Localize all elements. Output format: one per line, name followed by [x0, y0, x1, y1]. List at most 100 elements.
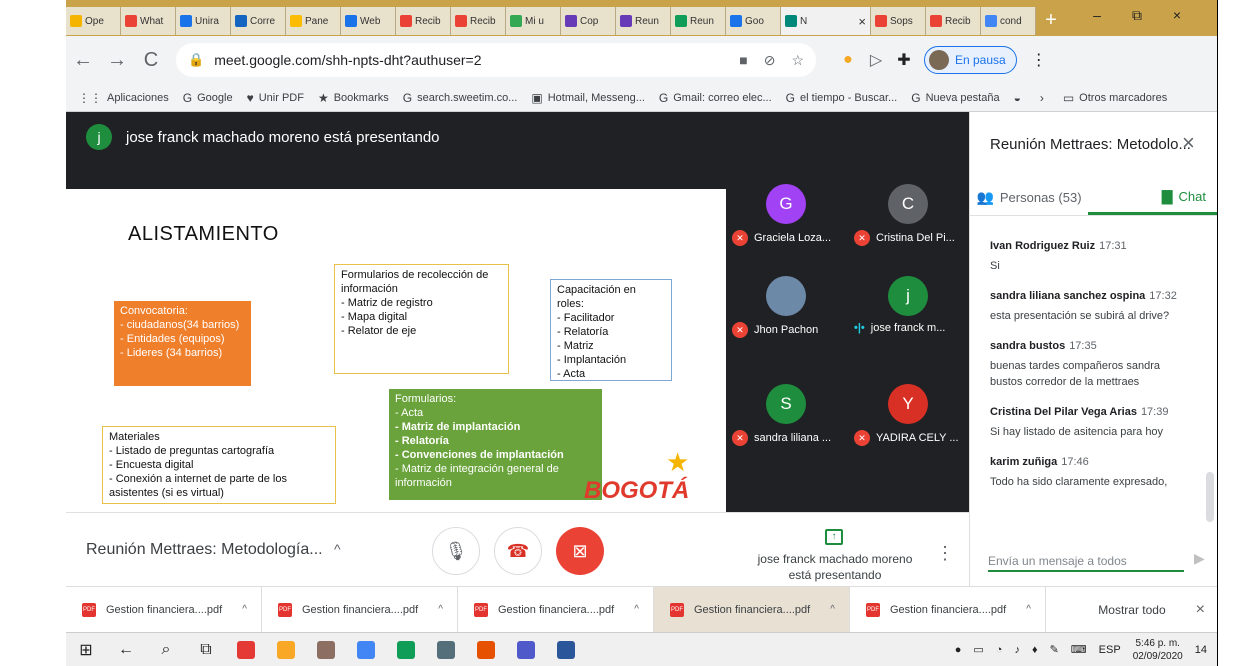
forward-button[interactable]: →	[100, 49, 134, 72]
window-close-button[interactable]: ×	[1157, 0, 1197, 30]
bookmark-item[interactable]: ⋮⋮ Aplicaciones	[78, 91, 169, 105]
volume-icon[interactable]: ♪	[1014, 644, 1020, 656]
camera-button[interactable]: ⊠	[556, 527, 604, 575]
chevron-up-icon[interactable]: ^	[634, 604, 639, 615]
chevron-up-icon[interactable]: ^	[242, 604, 247, 615]
browser-tab[interactable]: Sops	[871, 7, 926, 35]
chat-input[interactable]: Envía un mensaje a todos	[988, 548, 1184, 572]
url-field[interactable]: 🔒 meet.google.com/shh-npts-dht?authuser=…	[176, 43, 816, 77]
browser-tab[interactable]: Recib	[451, 7, 506, 35]
taskbar-app-icon[interactable]	[346, 640, 386, 659]
taskbar-app-icon[interactable]	[386, 640, 426, 659]
tab-people[interactable]: 👥 Personas (53)	[970, 180, 1088, 215]
minimize-button[interactable]: –	[1077, 0, 1117, 30]
download-item[interactable]: PDF Gestion financiera....pdf ^	[654, 586, 850, 633]
keyboard-icon[interactable]: ⌨	[1071, 643, 1087, 656]
download-item[interactable]: PDF Gestion financiera....pdf ^	[850, 586, 1046, 633]
participant-tile[interactable]: Y ✕ YADIRA CELY ...	[848, 370, 968, 450]
wifi-icon[interactable]: ◔	[996, 644, 1003, 656]
search-icon[interactable]: ⌕	[146, 641, 186, 659]
chevron-up-icon[interactable]: ^	[334, 541, 341, 557]
microphone-button[interactable]: 🎙	[432, 527, 480, 575]
clock[interactable]: 5:46 p. m. 02/09/2020	[1133, 637, 1183, 663]
camera-icon[interactable]: ■	[739, 52, 747, 69]
chevron-up-icon[interactable]: ^	[830, 604, 835, 615]
send-icon[interactable]: ▶	[1194, 550, 1205, 567]
taskbar-app-icon[interactable]	[226, 640, 266, 659]
pen-icon[interactable]: ✎	[1050, 643, 1059, 656]
play-icon[interactable]: ▷	[862, 50, 890, 70]
browser-tab[interactable]: Web	[341, 7, 396, 35]
bookmark-star-icon[interactable]: ☆	[791, 52, 804, 69]
browser-tab[interactable]: Corre	[231, 7, 286, 35]
show-all-button[interactable]: Mostrar todo	[1098, 603, 1165, 617]
browser-tab[interactable]: Recib	[396, 7, 451, 35]
browser-tab[interactable]: cond	[981, 7, 1036, 35]
download-item[interactable]: PDF Gestion financiera....pdf ^	[262, 586, 458, 633]
browser-tab[interactable]: Reun	[616, 7, 671, 35]
browser-tab[interactable]: Ope	[66, 7, 121, 35]
participant-tile[interactable]: C ✕ Cristina Del Pi...	[848, 170, 968, 250]
notification-center-icon[interactable]: 14	[1195, 644, 1207, 656]
taskbar-app-icon[interactable]	[466, 640, 506, 659]
browser-tab[interactable]: N ×	[781, 7, 871, 35]
more-options-icon[interactable]: ⋮	[936, 543, 954, 564]
tab-close-icon[interactable]: ×	[858, 14, 866, 29]
browser-tab[interactable]: Unira	[176, 7, 231, 35]
restore-button[interactable]: ⧉	[1117, 0, 1157, 30]
download-item[interactable]: PDF Gestion financiera....pdf ^	[458, 586, 654, 633]
profile-pause-button[interactable]: En pausa	[924, 46, 1017, 74]
meeting-title[interactable]: Reunión Mettraes: Metodología...	[86, 541, 323, 559]
bookmark-item[interactable]: G Google	[183, 91, 233, 105]
language-indicator[interactable]: ESP	[1099, 644, 1121, 656]
browser-tab[interactable]: Recib	[926, 7, 981, 35]
tab-chat[interactable]: ▇ Chat	[1088, 180, 1217, 215]
bookmark-item[interactable]: ◒	[1014, 91, 1026, 105]
browser-tab[interactable]: What	[121, 7, 176, 35]
browser-tab[interactable]: Pane	[286, 7, 341, 35]
participant-tile[interactable]: S ✕ sandra liliana ...	[726, 370, 846, 450]
browser-tab[interactable]: Mi u	[506, 7, 561, 35]
present-screen-icon[interactable]: ↑	[825, 529, 843, 545]
download-item[interactable]: PDF Gestion financiera....pdf ^	[66, 586, 262, 633]
extension-icon[interactable]: ●	[834, 51, 862, 69]
chevron-up-icon[interactable]: ^	[1026, 604, 1031, 615]
task-view-icon[interactable]: ⧉	[186, 641, 226, 659]
bookmark-item[interactable]: ›	[1040, 91, 1049, 105]
browser-tab[interactable]: Goo	[726, 7, 781, 35]
chat-message-list[interactable]: Ivan Rodriguez Ruiz 17:31 Si sandra liliana…	[970, 224, 1206, 524]
browser-tab[interactable]: Cop	[561, 7, 616, 35]
extensions-puzzle-icon[interactable]: ✚	[890, 50, 918, 70]
bookmark-item[interactable]: Gsearch.sweetim.co...	[403, 91, 518, 105]
bookmark-item[interactable]: Gel tiempo - Buscar...	[786, 91, 898, 105]
taskbar-app-icon[interactable]	[506, 640, 546, 659]
chevron-up-icon[interactable]: ^	[438, 604, 443, 615]
back-arrow-icon[interactable]: ←	[106, 641, 146, 659]
hang-up-button[interactable]: ☎	[494, 527, 542, 575]
browser-tab[interactable]: Reun	[671, 7, 726, 35]
participant-tile[interactable]: G ✕ Graciela Loza...	[726, 170, 846, 250]
bookmark-item[interactable]: ♥ Unir PDF	[247, 91, 304, 105]
bookmark-item[interactable]: G Gmail: correo elec...	[659, 91, 772, 105]
reload-button[interactable]: C	[134, 49, 168, 72]
bookmark-item[interactable]: ★ Bookmarks	[318, 91, 389, 105]
taskbar-app-icon[interactable]	[426, 640, 466, 659]
side-panel-close-icon[interactable]: ×	[1182, 130, 1195, 156]
chat-scrollbar[interactable]	[1206, 472, 1214, 522]
new-tab-button[interactable]: +	[1036, 7, 1066, 35]
browser-menu-icon[interactable]: ⋮	[1025, 50, 1053, 70]
microphone-tray-icon[interactable]: ♦	[1032, 644, 1038, 656]
taskbar-app-icon[interactable]	[266, 640, 306, 659]
battery-icon[interactable]: ▭	[973, 643, 983, 656]
participant-tile[interactable]: ✕ Jhon Pachon	[726, 262, 846, 342]
bookmark-item[interactable]: G Nueva pestaña	[911, 91, 999, 105]
eye-off-icon[interactable]: ⊘	[764, 52, 776, 69]
taskbar-app-icon[interactable]	[546, 640, 586, 659]
chrome-tray-icon[interactable]: ●	[955, 644, 962, 656]
bookmark-item[interactable]: ▭ Otros marcadores	[1063, 91, 1167, 105]
bookmark-item[interactable]: ▣ Hotmail, Messeng...	[531, 91, 645, 105]
back-button[interactable]: ←	[66, 49, 100, 72]
windows-start-icon[interactable]: ⊞	[66, 640, 106, 660]
taskbar-app-icon[interactable]	[306, 640, 346, 659]
downloads-close-icon[interactable]: ×	[1196, 601, 1205, 619]
